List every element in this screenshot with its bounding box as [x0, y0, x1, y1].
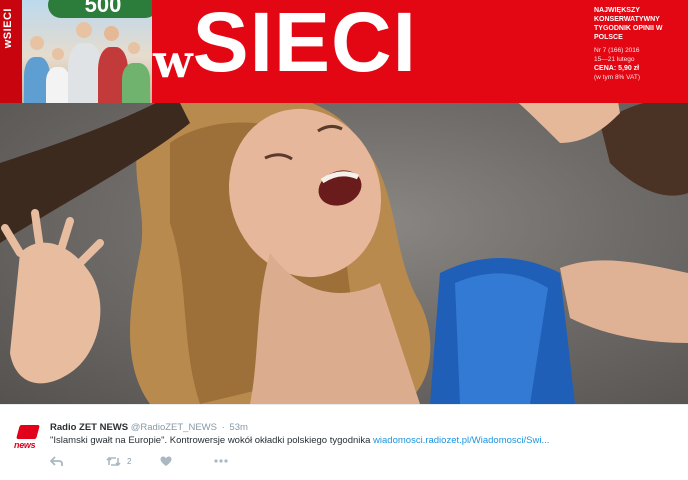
header-separator: ·: [221, 422, 225, 433]
issue-dates: 15—21 lutego: [594, 56, 635, 63]
issue-number: Nr 7 (166) 2016: [594, 47, 640, 54]
cover-side-strip: wSIECI: [0, 0, 22, 103]
cover-family-photo: 500: [22, 0, 152, 103]
more-icon: [214, 459, 228, 463]
cover-badge: 500: [48, 0, 152, 18]
author-name[interactable]: Radio ZET NEWS: [50, 422, 128, 433]
retweet-count: 2: [127, 456, 132, 466]
cover-photo-scene: [0, 0, 688, 404]
side-strip-text: wSIECI: [2, 8, 14, 49]
tweet-text: "Islamski gwałt na Europie". Kontrowersj…: [50, 435, 549, 446]
tweet-media-image[interactable]: 500 wSIECI wSIECI Największy konserwatyw…: [0, 0, 688, 404]
tweet-timestamp[interactable]: 53m: [229, 422, 247, 433]
tweet-link[interactable]: wiadomosci.radiozet.pl/Wiadomosci/Swi...: [373, 435, 549, 446]
tweet-header: Radio ZET NEWS @RadioZET_NEWS · 53m: [50, 422, 248, 433]
issue-vat: (w tym 8% VAT): [594, 74, 640, 81]
like-icon: [160, 456, 172, 466]
masthead-prefix: w: [153, 34, 193, 88]
reply-button[interactable]: [50, 454, 63, 468]
cover-masthead-title: wSIECI: [153, 0, 417, 84]
author-avatar[interactable]: news: [14, 425, 42, 453]
reply-icon: [50, 455, 63, 466]
cover-photo-illustration: [0, 0, 688, 404]
retweet-icon: [106, 456, 121, 466]
cover-tagline: Największy konserwatywny tygodnik opinii…: [594, 7, 663, 41]
cover-issue-info: Nr 7 (166) 2016 15—21 lutego CENA: 5,90 …: [594, 46, 686, 82]
radio-zet-logo-icon: [16, 425, 40, 439]
tweet-body: "Islamski gwałt na Europie". Kontrowersj…: [50, 435, 374, 446]
retweet-button[interactable]: 2: [106, 454, 131, 468]
masthead-main: SIECI: [192, 0, 418, 89]
avatar-logo-text: news: [14, 440, 36, 450]
tweet-card[interactable]: news Radio ZET NEWS @RadioZET_NEWS · 53m…: [0, 404, 688, 480]
author-handle[interactable]: @RadioZET_NEWS: [131, 422, 217, 433]
like-button[interactable]: [160, 454, 172, 468]
more-button[interactable]: [214, 454, 228, 468]
issue-price: CENA: 5,90 zł: [594, 65, 640, 72]
